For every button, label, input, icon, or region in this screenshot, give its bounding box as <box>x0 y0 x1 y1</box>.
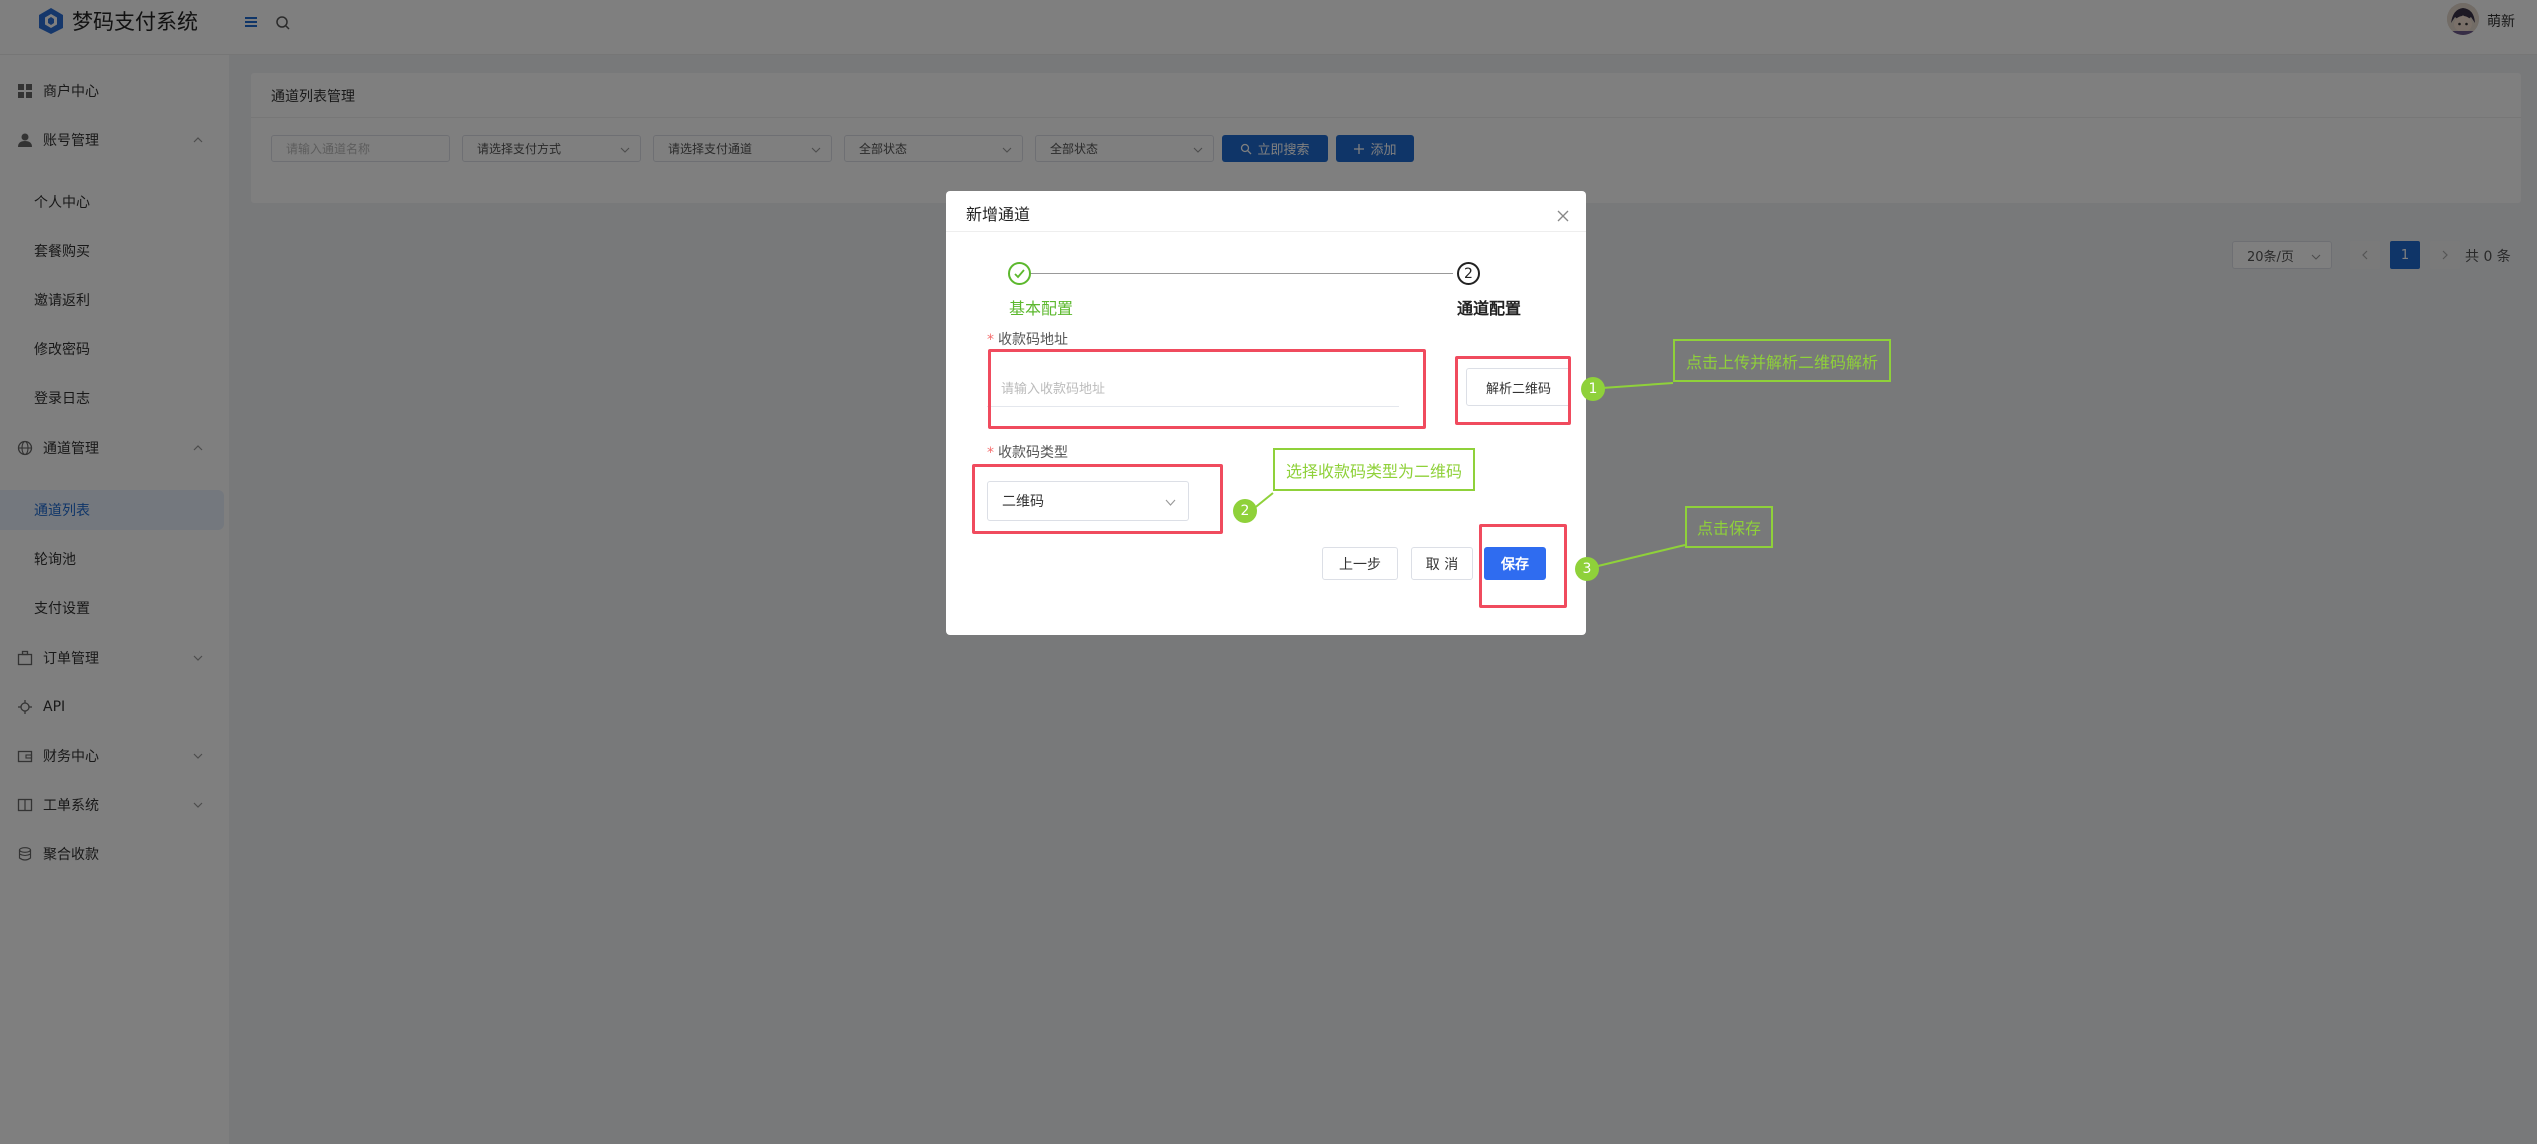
step1-label: 基本配置 <box>1009 299 1074 318</box>
annotation-badge-3: 3 <box>1575 557 1599 581</box>
prev-step-button[interactable]: 上一步 <box>1322 547 1398 580</box>
step2-label: 通道配置 <box>1457 299 1522 318</box>
annotation-badge-1: 1 <box>1581 377 1605 401</box>
step-done-check-icon <box>1008 262 1031 285</box>
step-connector <box>1022 273 1453 274</box>
url-label: * 收款码地址 <box>987 329 1068 349</box>
required-mark: * <box>987 445 994 461</box>
modal-divider <box>946 231 1586 232</box>
annotation-badge-2: 2 <box>1233 499 1257 523</box>
annotation-callout-3: 点击保存 <box>1685 506 1773 548</box>
highlight-save-button <box>1479 524 1567 608</box>
cancel-button[interactable]: 取 消 <box>1411 547 1473 580</box>
type-label-text: 收款码类型 <box>998 445 1068 461</box>
annotation-callout-2: 选择收款码类型为二维码 <box>1273 448 1475 491</box>
modal-title: 新增通道 <box>966 205 1031 224</box>
highlight-parse-button <box>1455 356 1571 425</box>
highlight-type-select <box>972 464 1223 534</box>
url-label-text: 收款码地址 <box>998 332 1068 348</box>
step2-number: 2 <box>1457 262 1480 285</box>
annotation-callout-1: 点击上传并解析二维码解析 <box>1673 339 1891 382</box>
type-label: * 收款码类型 <box>987 442 1068 462</box>
close-icon[interactable] <box>1556 208 1570 222</box>
required-mark: * <box>987 332 994 348</box>
highlight-url-input <box>988 349 1426 429</box>
